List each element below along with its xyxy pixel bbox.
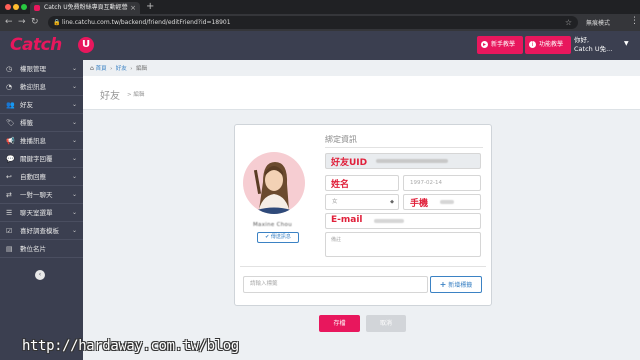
maximize-window-icon[interactable] bbox=[21, 4, 27, 10]
chevron-down-icon: ⌄ bbox=[72, 227, 78, 234]
reload-icon[interactable]: ↻ bbox=[31, 17, 39, 27]
browser-menu-icon[interactable]: ⋮ bbox=[630, 16, 639, 26]
cancel-button[interactable]: 取消 bbox=[366, 315, 406, 332]
sidebar-item-friends[interactable]: 👥 好友 ⌄ bbox=[0, 96, 83, 114]
tab-close-icon[interactable]: × bbox=[130, 2, 136, 14]
phone-label: 手機 bbox=[410, 199, 429, 209]
check-square-icon: ☑ bbox=[6, 227, 13, 235]
note-textarea[interactable]: 備註 bbox=[325, 232, 481, 257]
incognito-label[interactable]: 無痕模式 bbox=[586, 18, 610, 27]
chevron-down-icon: ⌄ bbox=[72, 191, 78, 198]
clock-icon: ◔ bbox=[6, 83, 13, 91]
sidebar-item-autoreply[interactable]: ↩ 自動回應 ⌄ bbox=[0, 168, 83, 186]
friend-display-name: Maxine Chou bbox=[253, 222, 292, 228]
users-icon: 👥 bbox=[6, 101, 15, 109]
send-message-button[interactable]: ✔ 傳送訊息 bbox=[257, 232, 299, 243]
chevron-down-icon: ⌄ bbox=[72, 155, 78, 162]
uid-label: 好友UID bbox=[331, 158, 368, 168]
sidebar-item-tags[interactable]: 🏷 標籤 ⌄ bbox=[0, 114, 83, 132]
id-card-icon: ▤ bbox=[6, 245, 13, 253]
name-label: 姓名 bbox=[331, 180, 350, 190]
sidebar-item-richmenu[interactable]: ☰ 聊天室選單 ⌄ bbox=[0, 204, 83, 222]
user-greeting[interactable]: 你好, Catch U免... bbox=[574, 36, 612, 54]
page-subtitle: > 編輯 bbox=[127, 92, 145, 98]
features-button[interactable]: i 功能教學 bbox=[525, 36, 571, 54]
logo-badge: U bbox=[78, 37, 94, 53]
megaphone-icon: 📢 bbox=[6, 137, 15, 145]
watermark: http://hardaway.com.tw/blog bbox=[22, 338, 239, 354]
divider bbox=[240, 266, 486, 267]
caret-down-icon[interactable]: ▼ bbox=[624, 40, 629, 47]
chevron-down-icon: ⌄ bbox=[72, 209, 78, 216]
url-text: line.catchu.com.tw/backend/friend/editFr… bbox=[62, 19, 231, 26]
tag-icon: 🏷 bbox=[6, 119, 15, 127]
close-window-icon[interactable] bbox=[5, 4, 11, 10]
new-tab-icon[interactable]: + bbox=[146, 1, 154, 12]
sidebar-item-chat[interactable]: ⇄ 一對一聊天 ⌄ bbox=[0, 186, 83, 204]
avatar bbox=[243, 152, 305, 214]
browser-tabbar: Catch U免費粉絲專頁互動經營 × + bbox=[0, 0, 640, 14]
breadcrumb-friends[interactable]: 好友 bbox=[116, 66, 127, 72]
plus-icon: + bbox=[439, 280, 447, 289]
divider bbox=[325, 147, 483, 148]
lock-icon: 🔒 bbox=[53, 19, 61, 26]
url-input[interactable]: 🔒 line.catchu.com.tw/backend/friend/edit… bbox=[48, 16, 578, 29]
birthday-field[interactable]: 1997-02-14 bbox=[403, 175, 481, 191]
avatar-illustration bbox=[253, 162, 291, 214]
phone-value-blurred bbox=[440, 199, 454, 204]
browser-tab[interactable]: Catch U免費粉絲專頁互動經營 × bbox=[30, 2, 140, 14]
breadcrumb: ⌂ 首頁 › 好友 › 編輯 bbox=[90, 65, 148, 72]
minimize-window-icon[interactable] bbox=[13, 4, 19, 10]
chevron-down-icon: ⌄ bbox=[72, 173, 78, 180]
user-name: Catch U免... bbox=[574, 45, 613, 53]
sidebar: ◷ 權限管理 ⌄ ◔ 歡迎訊息 ⌄ 👥 好友 ⌄ 🏷 標籤 ⌄ 📢 推播訊息 ⌄ 💬 關鍵字回覆 ⌄ ↩… bbox=[0, 60, 83, 360]
breadcrumb-home[interactable]: 首頁 bbox=[96, 66, 107, 72]
tab-title: Catch U免費粉絲專頁互動經營 bbox=[44, 4, 128, 11]
chevron-down-icon: ⌄ bbox=[72, 119, 78, 126]
card-heading: 綁定資訊 bbox=[325, 135, 357, 144]
chevron-down-icon: ⌄ bbox=[72, 101, 78, 108]
reply-icon: ↩ bbox=[6, 173, 12, 181]
sidebar-item-permissions[interactable]: ◷ 權限管理 ⌄ bbox=[0, 60, 83, 78]
gender-select[interactable]: 女 ◆ bbox=[325, 194, 399, 210]
address-bar: ← → ↻ 🔒 line.catchu.com.tw/backend/frien… bbox=[0, 14, 640, 31]
page-header bbox=[83, 76, 640, 110]
add-tag-button[interactable]: + 新增標籤 bbox=[430, 276, 482, 293]
breadcrumb-current: 編輯 bbox=[136, 66, 148, 72]
tutorial-button[interactable]: ▸ 新手教學 bbox=[477, 36, 523, 54]
chevron-down-icon: ⌄ bbox=[72, 137, 78, 144]
save-button[interactable]: 存檔 bbox=[319, 315, 360, 332]
chevron-down-icon: ⌄ bbox=[72, 65, 78, 72]
dashboard-icon: ◷ bbox=[6, 65, 13, 73]
list-icon: ☰ bbox=[6, 209, 13, 217]
sidebar-item-broadcast[interactable]: 📢 推播訊息 ⌄ bbox=[0, 132, 83, 150]
email-value-blurred bbox=[374, 218, 404, 223]
tag-input[interactable]: 請輸入標籤 bbox=[243, 276, 428, 293]
comment-icon: 💬 bbox=[6, 155, 15, 163]
info-icon: i bbox=[529, 41, 536, 48]
select-caret-icon: ◆ bbox=[390, 199, 394, 205]
sidebar-collapse-icon[interactable]: ‹ bbox=[35, 270, 45, 280]
bookmark-star-icon[interactable]: ☆ bbox=[565, 16, 572, 29]
sidebar-item-survey[interactable]: ☑ 喜好調查模板 ⌄ bbox=[0, 222, 83, 240]
sidebar-item-namecard[interactable]: ▤ 數位名片 bbox=[0, 240, 83, 258]
chevron-down-icon: ⌄ bbox=[72, 83, 78, 90]
play-icon: ▸ bbox=[481, 41, 488, 48]
uid-value-blurred bbox=[376, 158, 448, 163]
page-title: 好友 bbox=[100, 91, 120, 102]
back-icon[interactable]: ← bbox=[5, 17, 13, 27]
sidebar-item-keyword[interactable]: 💬 關鍵字回覆 ⌄ bbox=[0, 150, 83, 168]
email-label: E-mail bbox=[331, 215, 363, 225]
forward-icon[interactable]: → bbox=[18, 17, 26, 27]
sidebar-item-welcome[interactable]: ◔ 歡迎訊息 ⌄ bbox=[0, 78, 83, 96]
home-icon[interactable]: ⌂ bbox=[90, 65, 94, 72]
favicon-icon bbox=[34, 5, 40, 11]
exchange-icon: ⇄ bbox=[6, 191, 12, 199]
logo[interactable]: Catch bbox=[10, 35, 62, 55]
